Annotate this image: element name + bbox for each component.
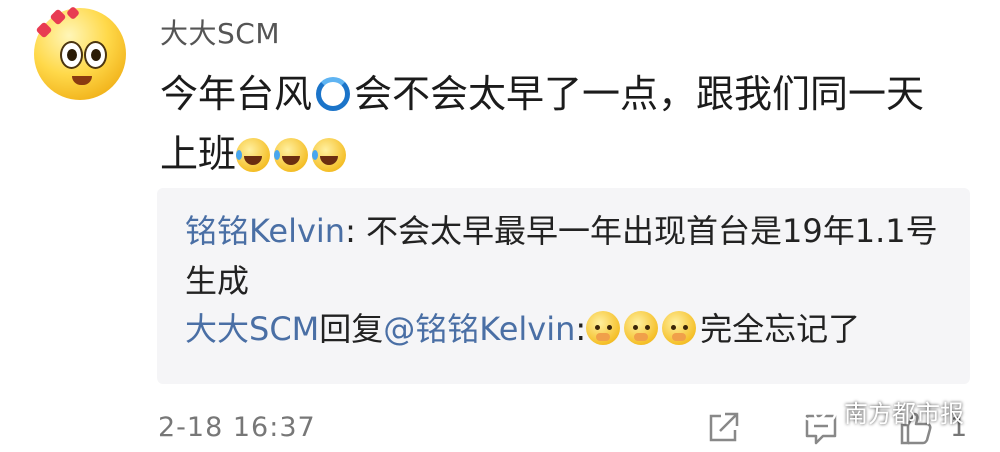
comment-timestamp: 2-18 16:37 — [158, 412, 316, 443]
shy-emoji-icon — [586, 311, 621, 345]
reply-text: 完全忘记了 — [700, 310, 861, 348]
share-icon[interactable] — [705, 410, 741, 446]
laugh-cry-emoji-icon — [236, 138, 271, 172]
reply-item[interactable]: 铭铭Kelvin: 不会太早最早一年出现首台是19年1.1号生成 — [185, 206, 955, 306]
reply-separator: : — [345, 212, 367, 250]
reply-thread[interactable]: 铭铭Kelvin: 不会太早最早一年出现首台是19年1.1号生成 大大SCM回复… — [157, 188, 970, 384]
heart-icon — [49, 8, 67, 26]
eye-icon — [60, 41, 83, 69]
laugh-cry-emoji-icon — [274, 138, 309, 172]
mouth-icon — [72, 76, 92, 85]
watermark: 南方都市报 — [790, 395, 972, 428]
wechat-icon — [798, 398, 837, 424]
comment-text-part: 今年台风 — [160, 72, 313, 116]
mention-link[interactable]: @铭铭Kelvin — [383, 310, 575, 348]
reply-item[interactable]: 大大SCM回复@铭铭Kelvin: 完全忘记了 — [185, 304, 860, 354]
comment-username[interactable]: 大大SCM — [160, 12, 280, 52]
watermark-text: 南方都市报 — [844, 399, 964, 428]
heart-icon — [65, 5, 81, 21]
reply-author-link[interactable]: 铭铭Kelvin — [185, 212, 345, 250]
avatar[interactable] — [34, 5, 126, 100]
heart-icon — [35, 21, 53, 39]
laugh-cry-emoji-icon — [312, 138, 347, 172]
shy-emoji-icon — [662, 311, 697, 345]
comment-text: 今年台风 会不会太早了一点，跟我们同一天上班 — [160, 64, 960, 184]
reply-word: 回复 — [319, 310, 384, 348]
eye-icon — [84, 41, 107, 69]
reply-separator: : — [575, 310, 587, 348]
typhoon-icon — [316, 77, 351, 111]
shy-emoji-icon — [624, 311, 659, 345]
reply-author-link[interactable]: 大大SCM — [185, 310, 319, 348]
